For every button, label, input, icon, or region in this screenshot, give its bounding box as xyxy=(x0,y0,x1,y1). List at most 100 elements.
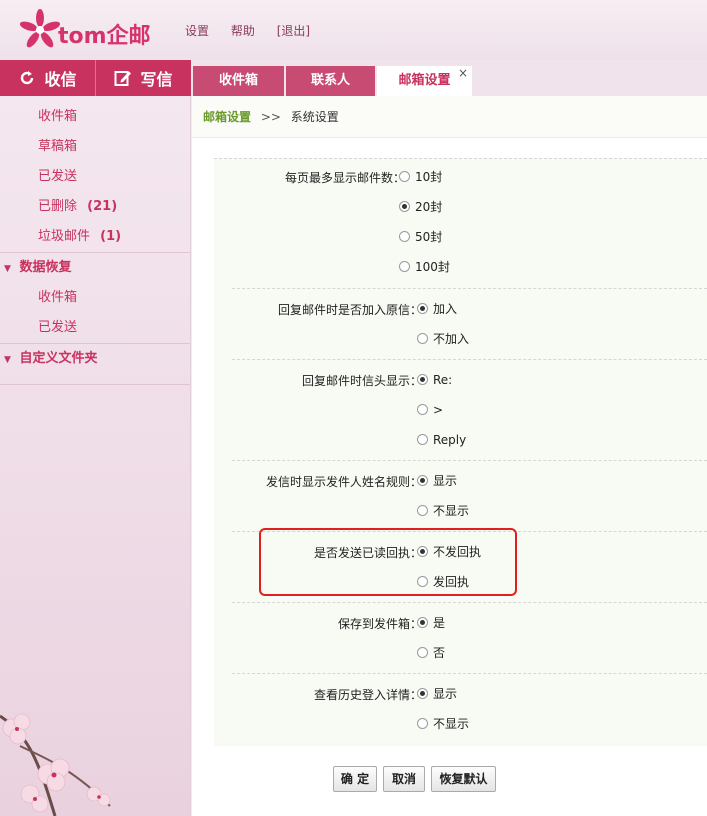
compose-mail-button[interactable]: 写信 xyxy=(95,60,191,96)
receive-mail-button[interactable]: 收信 xyxy=(0,60,95,96)
setting-row-sender-name-rule: 发信时显示发件人姓名规则： 显示 不显示 xyxy=(232,460,707,531)
blossom-decoration-image xyxy=(0,713,111,816)
setting-label: 发信时显示发件人姓名规则： xyxy=(265,475,422,489)
setting-label: 查看历史登入详情： xyxy=(313,688,422,702)
breadcrumb: 邮箱设置 >> 系统设置 xyxy=(192,96,707,138)
sidebar-item-spam[interactable]: 垃圾邮件 (1) xyxy=(0,222,190,252)
sidebar-item-drafts[interactable]: 草稿箱 xyxy=(0,132,190,162)
setting-row-reply-prefix: 回复邮件时信头显示： Re: > Reply xyxy=(232,359,707,460)
setting-row-save-to-sent: 保存到发件箱： 是 否 xyxy=(232,602,707,673)
setting-label: 回复邮件时信头显示： xyxy=(301,374,422,388)
setting-label: 每页最多显示邮件数： xyxy=(284,171,405,185)
tab-inbox[interactable]: 收件箱 xyxy=(193,66,284,96)
spam-count-badge: (1) xyxy=(100,229,122,244)
option-label: 50封 xyxy=(415,230,443,244)
option-label: 不发回执 xyxy=(433,545,482,559)
help-link[interactable]: 帮助 xyxy=(231,24,255,38)
radio-button xyxy=(399,171,410,182)
caret-down-icon: ▼ xyxy=(4,264,11,274)
option-label: 不显示 xyxy=(433,717,470,731)
sidebar-group-data-recovery[interactable]: ▼ 数据恢复 xyxy=(0,253,190,283)
radio-option-show-history[interactable]: 显示 xyxy=(417,684,457,704)
logout-link[interactable]: [退出] xyxy=(277,24,310,38)
radio-option-hide[interactable]: 不显示 xyxy=(417,501,469,521)
radio-button xyxy=(417,303,428,314)
sidebar-item-label: 收件箱 xyxy=(38,290,78,305)
radio-button xyxy=(399,231,410,242)
main-content: 邮箱设置 >> 系统设置 每页最多显示邮件数： 10封 20封 50封 100封… xyxy=(192,96,707,816)
top-header: tom企邮 设置 帮助 [退出] xyxy=(0,0,707,60)
option-label: 否 xyxy=(433,646,446,660)
refresh-icon xyxy=(21,71,34,85)
sidebar-item-sent[interactable]: 已发送 xyxy=(0,162,190,192)
sidebar-item-recovery-inbox[interactable]: 收件箱 xyxy=(0,283,190,313)
radio-option-100[interactable]: 100封 xyxy=(399,257,450,277)
receive-mail-label: 收信 xyxy=(44,70,77,89)
radio-button xyxy=(399,201,410,212)
radio-option-20[interactable]: 20封 xyxy=(399,197,442,217)
sidebar: 收件箱 草稿箱 已发送 已删除 (21) 垃圾邮件 (1) ▼ 数据恢复 收件箱… xyxy=(0,96,191,816)
tab-contacts[interactable]: 联系人 xyxy=(286,66,375,96)
radio-button xyxy=(417,374,428,385)
radio-option-yes[interactable]: 是 xyxy=(417,613,445,633)
radio-option-show[interactable]: 显示 xyxy=(417,471,457,491)
option-label: 加入 xyxy=(433,302,458,316)
tab-mailbox-settings[interactable]: 邮箱设置 × xyxy=(377,66,472,96)
option-label: 20封 xyxy=(415,200,443,214)
radio-option-no-receipt[interactable]: 不发回执 xyxy=(417,542,481,562)
option-label: Reply xyxy=(433,433,467,447)
tab-mailbox-settings-label: 邮箱设置 xyxy=(398,73,451,88)
option-label: 不显示 xyxy=(433,504,470,518)
sidebar-group-custom-folders[interactable]: ▼ 自定义文件夹 xyxy=(0,344,190,374)
radio-button xyxy=(417,434,428,445)
sidebar-item-recovery-sent[interactable]: 已发送 xyxy=(0,313,190,343)
radio-option-include[interactable]: 加入 xyxy=(417,299,457,319)
setting-label: 回复邮件时是否加入原信： xyxy=(277,303,422,317)
option-label: 100封 xyxy=(415,260,450,274)
radio-option-reply[interactable]: Reply xyxy=(417,430,466,450)
compose-icon xyxy=(114,71,132,86)
settings-link[interactable]: 设置 xyxy=(185,24,209,38)
option-label: > xyxy=(433,403,444,417)
radio-option-50[interactable]: 50封 xyxy=(399,227,442,247)
radio-option-send-receipt[interactable]: 发回执 xyxy=(417,572,469,592)
radio-button xyxy=(417,333,428,344)
radio-option-gt[interactable]: > xyxy=(417,400,443,420)
option-label: 不加入 xyxy=(433,332,470,346)
confirm-button[interactable]: 确 定 xyxy=(333,766,377,792)
top-links: 设置 帮助 [退出] xyxy=(185,22,328,39)
tab-close-icon[interactable]: × xyxy=(458,58,468,88)
setting-label: 是否发送已读回执： xyxy=(313,546,422,560)
sidebar-item-label: 已删除 xyxy=(38,199,78,214)
radio-option-exclude[interactable]: 不加入 xyxy=(417,329,469,349)
radio-option-10[interactable]: 10封 xyxy=(399,167,442,187)
sidebar-item-inbox[interactable]: 收件箱 xyxy=(0,102,190,132)
radio-button xyxy=(399,261,410,272)
option-label: 显示 xyxy=(433,474,458,488)
radio-button xyxy=(417,576,428,587)
radio-button xyxy=(417,617,428,628)
caret-down-icon: ▼ xyxy=(4,355,11,365)
option-label: Re: xyxy=(433,373,453,387)
sidebar-item-label: 已发送 xyxy=(38,320,78,335)
restore-default-button[interactable]: 恢复默认 xyxy=(431,766,496,792)
sidebar-item-label: 垃圾邮件 xyxy=(38,229,91,244)
radio-button xyxy=(417,404,428,415)
sidebar-item-label: 草稿箱 xyxy=(38,139,78,154)
radio-button xyxy=(417,688,428,699)
breadcrumb-root-link[interactable]: 邮箱设置 xyxy=(203,110,251,124)
sidebar-group-label: 自定义文件夹 xyxy=(19,351,98,366)
sidebar-item-label: 已发送 xyxy=(38,169,78,184)
cancel-button[interactable]: 取消 xyxy=(383,766,425,792)
setting-row-page-size: 每页最多显示邮件数： 10封 20封 50封 100封 xyxy=(214,158,707,288)
radio-option-no[interactable]: 否 xyxy=(417,643,445,663)
radio-option-re[interactable]: Re: xyxy=(417,370,452,390)
breadcrumb-current: 系统设置 xyxy=(290,110,339,124)
sidebar-item-deleted[interactable]: 已删除 (21) xyxy=(0,192,190,222)
radio-button xyxy=(417,546,428,557)
radio-button xyxy=(417,647,428,658)
radio-option-hide-history[interactable]: 不显示 xyxy=(417,714,469,734)
setting-row-include-original: 回复邮件时是否加入原信： 加入 不加入 xyxy=(232,288,707,359)
option-label: 是 xyxy=(433,616,446,630)
setting-row-read-receipt: 是否发送已读回执： 不发回执 发回执 xyxy=(232,531,707,602)
